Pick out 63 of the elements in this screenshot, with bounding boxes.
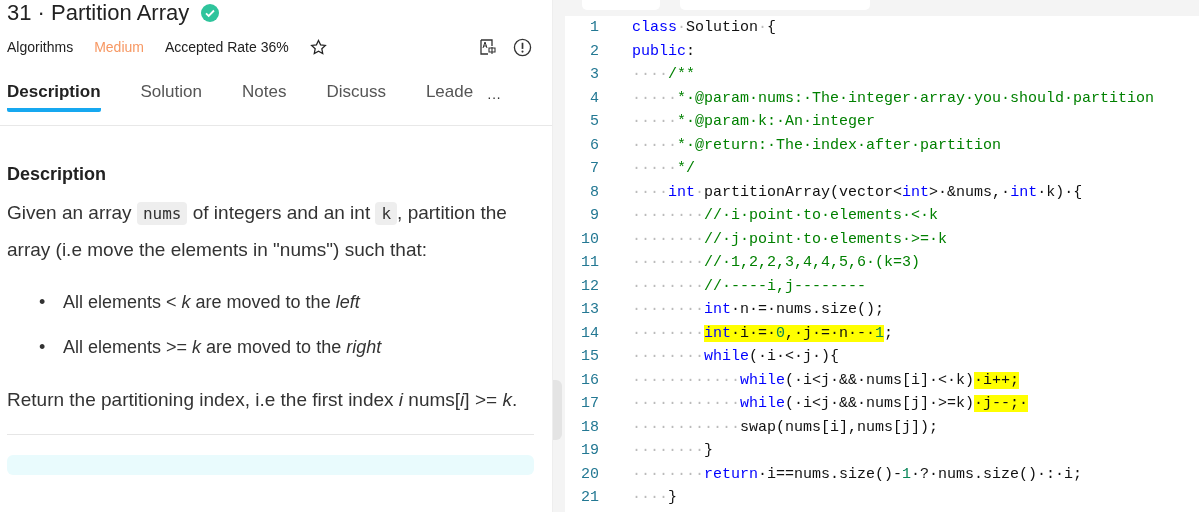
- code-line: ········//·----i,j--------: [632, 277, 867, 295]
- code-line: public:: [632, 42, 696, 60]
- difficulty-label: Medium: [94, 39, 144, 55]
- line-number: 18: [580, 418, 599, 436]
- bullet-text: All elements < k are moved to the left: [63, 292, 360, 312]
- code-line: ·····*/: [632, 160, 696, 178]
- line-number: 12: [580, 277, 599, 295]
- tab[interactable]: Discuss: [326, 81, 386, 112]
- line-number: 21: [580, 489, 599, 507]
- star-icon[interactable]: [309, 38, 327, 56]
- line-number: 13: [580, 301, 599, 319]
- line-number: 6: [589, 136, 599, 154]
- code-line: ·····*·@param·k:·An·integer: [632, 113, 876, 131]
- line-number: 9: [589, 207, 599, 225]
- description-paragraph: Given an array nums of integers and an int k , partition the array (i.e move the elements in "nums") such that:: [7, 201, 508, 262]
- code-line: ············while(·i<j·&&·nums[j]·>=k)·j--;·: [632, 395, 1029, 413]
- tab[interactable]: Description: [7, 81, 101, 112]
- line-number: 5: [589, 113, 599, 131]
- tab[interactable]: Leade: [425, 81, 473, 112]
- code-line: ········//·i·point·to·elements·<·k: [632, 207, 939, 225]
- tab[interactable]: Solution: [140, 81, 202, 112]
- line-number: 1: [589, 19, 599, 37]
- bullet-text: All elements >= k are moved to the right: [63, 337, 382, 357]
- code-line: ········//·j·point·to·elements·>=·k: [632, 230, 948, 248]
- code-line: ····}: [632, 489, 678, 507]
- code-line: ········while(·i·<·j·){: [632, 348, 840, 366]
- code-line: ·····*·@return:·The·index·after·partition: [632, 136, 1002, 154]
- line-number: 3: [589, 66, 599, 84]
- line-number: 14: [580, 324, 599, 342]
- line-number: 16: [580, 371, 599, 389]
- line-number: 2: [589, 42, 599, 60]
- code-line: ············swap(nums[i],nums[j]);: [632, 418, 939, 436]
- tab[interactable]: Notes: [241, 81, 287, 112]
- code-line: class·Solution·{: [632, 19, 777, 37]
- category-label[interactable]: Algorithms: [7, 39, 74, 55]
- code-line: ········//·1,2,2,3,4,4,5,6·(k=3): [632, 254, 921, 272]
- code-line: ········int·n·=·nums.size();: [632, 301, 885, 319]
- bullet-marker: •: [39, 291, 47, 314]
- line-number: 19: [580, 442, 599, 460]
- info-icon[interactable]: [513, 37, 532, 57]
- code-line: ············while(·i<j·&&·nums[i]·<·k)·i++;: [632, 371, 1020, 389]
- line-number: 11: [580, 254, 599, 272]
- line-number: 4: [589, 89, 599, 107]
- code-line: ·····*·@param·nums:·The·integer·array·you·should·partition: [632, 89, 1155, 107]
- code-line: ····/**: [632, 66, 696, 84]
- code-line: ········int·i·=·0,·j·=·n·-·1;: [632, 324, 894, 342]
- line-number: 10: [580, 230, 599, 248]
- line-number: 15: [580, 348, 599, 366]
- bullet-marker: •: [39, 336, 47, 359]
- line-number: 8: [589, 183, 599, 201]
- code-line: ····int·partitionArray(vector<int>·&nums,·int·k)·{: [632, 183, 1083, 201]
- code-line: ········return·i==nums.size()-1·?·nums.size()·:·i;: [632, 465, 1083, 483]
- line-number: 7: [589, 160, 599, 178]
- translate-icon[interactable]: [479, 38, 497, 56]
- section-heading: Description: [7, 164, 108, 185]
- accepted-rate: Accepted Rate 36%: [164, 39, 289, 55]
- code-line: ········}: [632, 442, 714, 460]
- line-number: 20: [580, 465, 599, 483]
- description-paragraph: Return the partitioning index, i.e the first index i nums[i] >= k.: [7, 388, 519, 412]
- problem-title: 31 · Partition Array: [7, 0, 190, 26]
- more-button[interactable]: ···: [487, 88, 501, 105]
- drag-handle[interactable]: [553, 380, 562, 440]
- line-number: 17: [580, 395, 599, 413]
